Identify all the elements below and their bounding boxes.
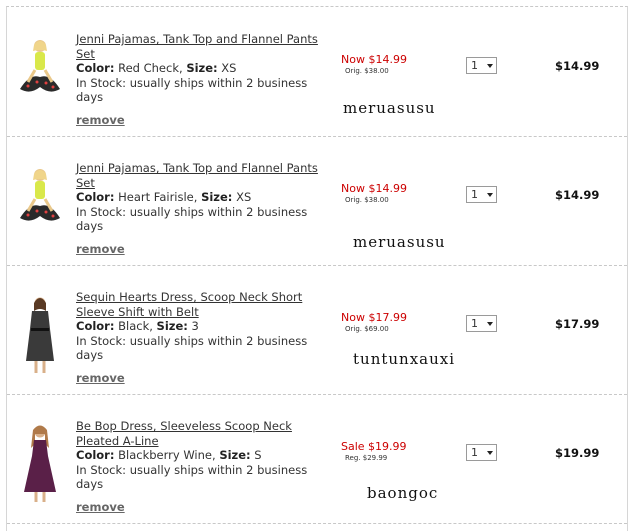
remove-link[interactable]: remove [76, 500, 125, 514]
color-value: Heart Fairisle, [118, 190, 198, 204]
price-now: Sale $19.99 [341, 440, 407, 453]
color-label: Color: [76, 319, 115, 333]
size-label: Size: [186, 61, 218, 75]
cart-item-row: Jenni Pajamas, Tank Top and Flannel Pant… [7, 136, 627, 266]
quantity-select[interactable]: 1 [466, 57, 497, 74]
quantity-select[interactable]: 1 [466, 315, 497, 332]
dropdown-arrow-icon [487, 322, 493, 326]
product-title-link[interactable]: Sequin Hearts Dress, Scoop Neck Short Sl… [76, 290, 302, 319]
price-orig: Orig. $69.00 [345, 325, 389, 333]
price-now: Now $17.99 [341, 311, 407, 324]
price-orig: Reg. $29.99 [345, 454, 388, 462]
size-label: Size: [219, 448, 251, 462]
item-info: Jenni Pajamas, Tank Top and Flannel Pant… [76, 161, 324, 234]
cart-item-row: Be Bop Dress, Sleeveless Scoop Neck Plea… [7, 394, 627, 524]
remove-link[interactable]: remove [76, 242, 125, 256]
quantity-value: 1 [471, 59, 478, 72]
quantity-value: 1 [471, 188, 478, 201]
quantity-value: 1 [471, 446, 478, 459]
item-info: Be Bop Dress, Sleeveless Scoop Neck Plea… [76, 419, 324, 492]
stock-status: In Stock: usually ships within 2 busines… [76, 204, 308, 234]
product-image-dress[interactable] [10, 424, 70, 504]
product-title-link[interactable]: Jenni Pajamas, Tank Top and Flannel Pant… [76, 161, 318, 190]
overlay-annotation: baongoc [367, 484, 439, 502]
price-orig: Orig. $38.00 [345, 196, 389, 204]
price-block: Now $14.99 Orig. $38.00 [341, 53, 431, 76]
size-value: 3 [191, 319, 199, 333]
quantity-select[interactable]: 1 [466, 186, 497, 203]
color-label: Color: [76, 61, 115, 75]
size-label: Size: [156, 319, 188, 333]
remove-link[interactable]: remove [76, 113, 125, 127]
item-total: $14.99 [555, 59, 600, 73]
color-value: Blackberry Wine, [118, 448, 216, 462]
quantity-select[interactable]: 1 [466, 444, 497, 461]
product-image-pajamas[interactable] [10, 166, 70, 246]
price-now: Now $14.99 [341, 182, 407, 195]
color-label: Color: [76, 190, 115, 204]
dropdown-arrow-icon [487, 64, 493, 68]
dropdown-arrow-icon [487, 451, 493, 455]
color-value: Red Check, [118, 61, 183, 75]
item-total: $19.99 [555, 446, 600, 460]
item-info: Sequin Hearts Dress, Scoop Neck Short Sl… [76, 290, 324, 363]
size-label: Size: [201, 190, 233, 204]
product-title-link[interactable]: Jenni Pajamas, Tank Top and Flannel Pant… [76, 32, 318, 61]
product-title-link[interactable]: Be Bop Dress, Sleeveless Scoop Neck Plea… [76, 419, 292, 448]
cart-item-row: Jenni Pajamas, Tank Top and Flannel Pant… [7, 7, 627, 137]
stock-status: In Stock: usually ships within 2 busines… [76, 462, 308, 492]
price-block: Now $14.99 Orig. $38.00 [341, 182, 431, 205]
item-total: $14.99 [555, 188, 600, 202]
cart-items-list: Jenni Pajamas, Tank Top and Flannel Pant… [6, 6, 628, 531]
size-value: XS [221, 61, 237, 75]
price-orig: Orig. $38.00 [345, 67, 389, 75]
price-block: Now $17.99 Orig. $69.00 [341, 311, 431, 334]
stock-status: In Stock: usually ships within 2 busines… [76, 333, 308, 363]
stock-status: In Stock: usually ships within 2 busines… [76, 75, 308, 105]
overlay-annotation: tuntunxauxi [353, 350, 456, 368]
color-value: Black, [118, 319, 153, 333]
product-image-dress[interactable] [10, 295, 70, 375]
remove-link[interactable]: remove [76, 371, 125, 385]
item-total: $17.99 [555, 317, 600, 331]
overlay-annotation: meruasusu [353, 233, 446, 251]
size-value: XS [236, 190, 252, 204]
size-value: S [254, 448, 262, 462]
color-label: Color: [76, 448, 115, 462]
cart-item-row: Sequin Hearts Dress, Scoop Neck Short Sl… [7, 265, 627, 395]
product-image-pajamas[interactable] [10, 37, 70, 117]
price-now: Now $14.99 [341, 53, 407, 66]
dropdown-arrow-icon [487, 193, 493, 197]
overlay-annotation: meruasusu [343, 99, 436, 117]
item-info: Jenni Pajamas, Tank Top and Flannel Pant… [76, 32, 324, 105]
price-block: Sale $19.99 Reg. $29.99 [341, 440, 431, 463]
quantity-value: 1 [471, 317, 478, 330]
